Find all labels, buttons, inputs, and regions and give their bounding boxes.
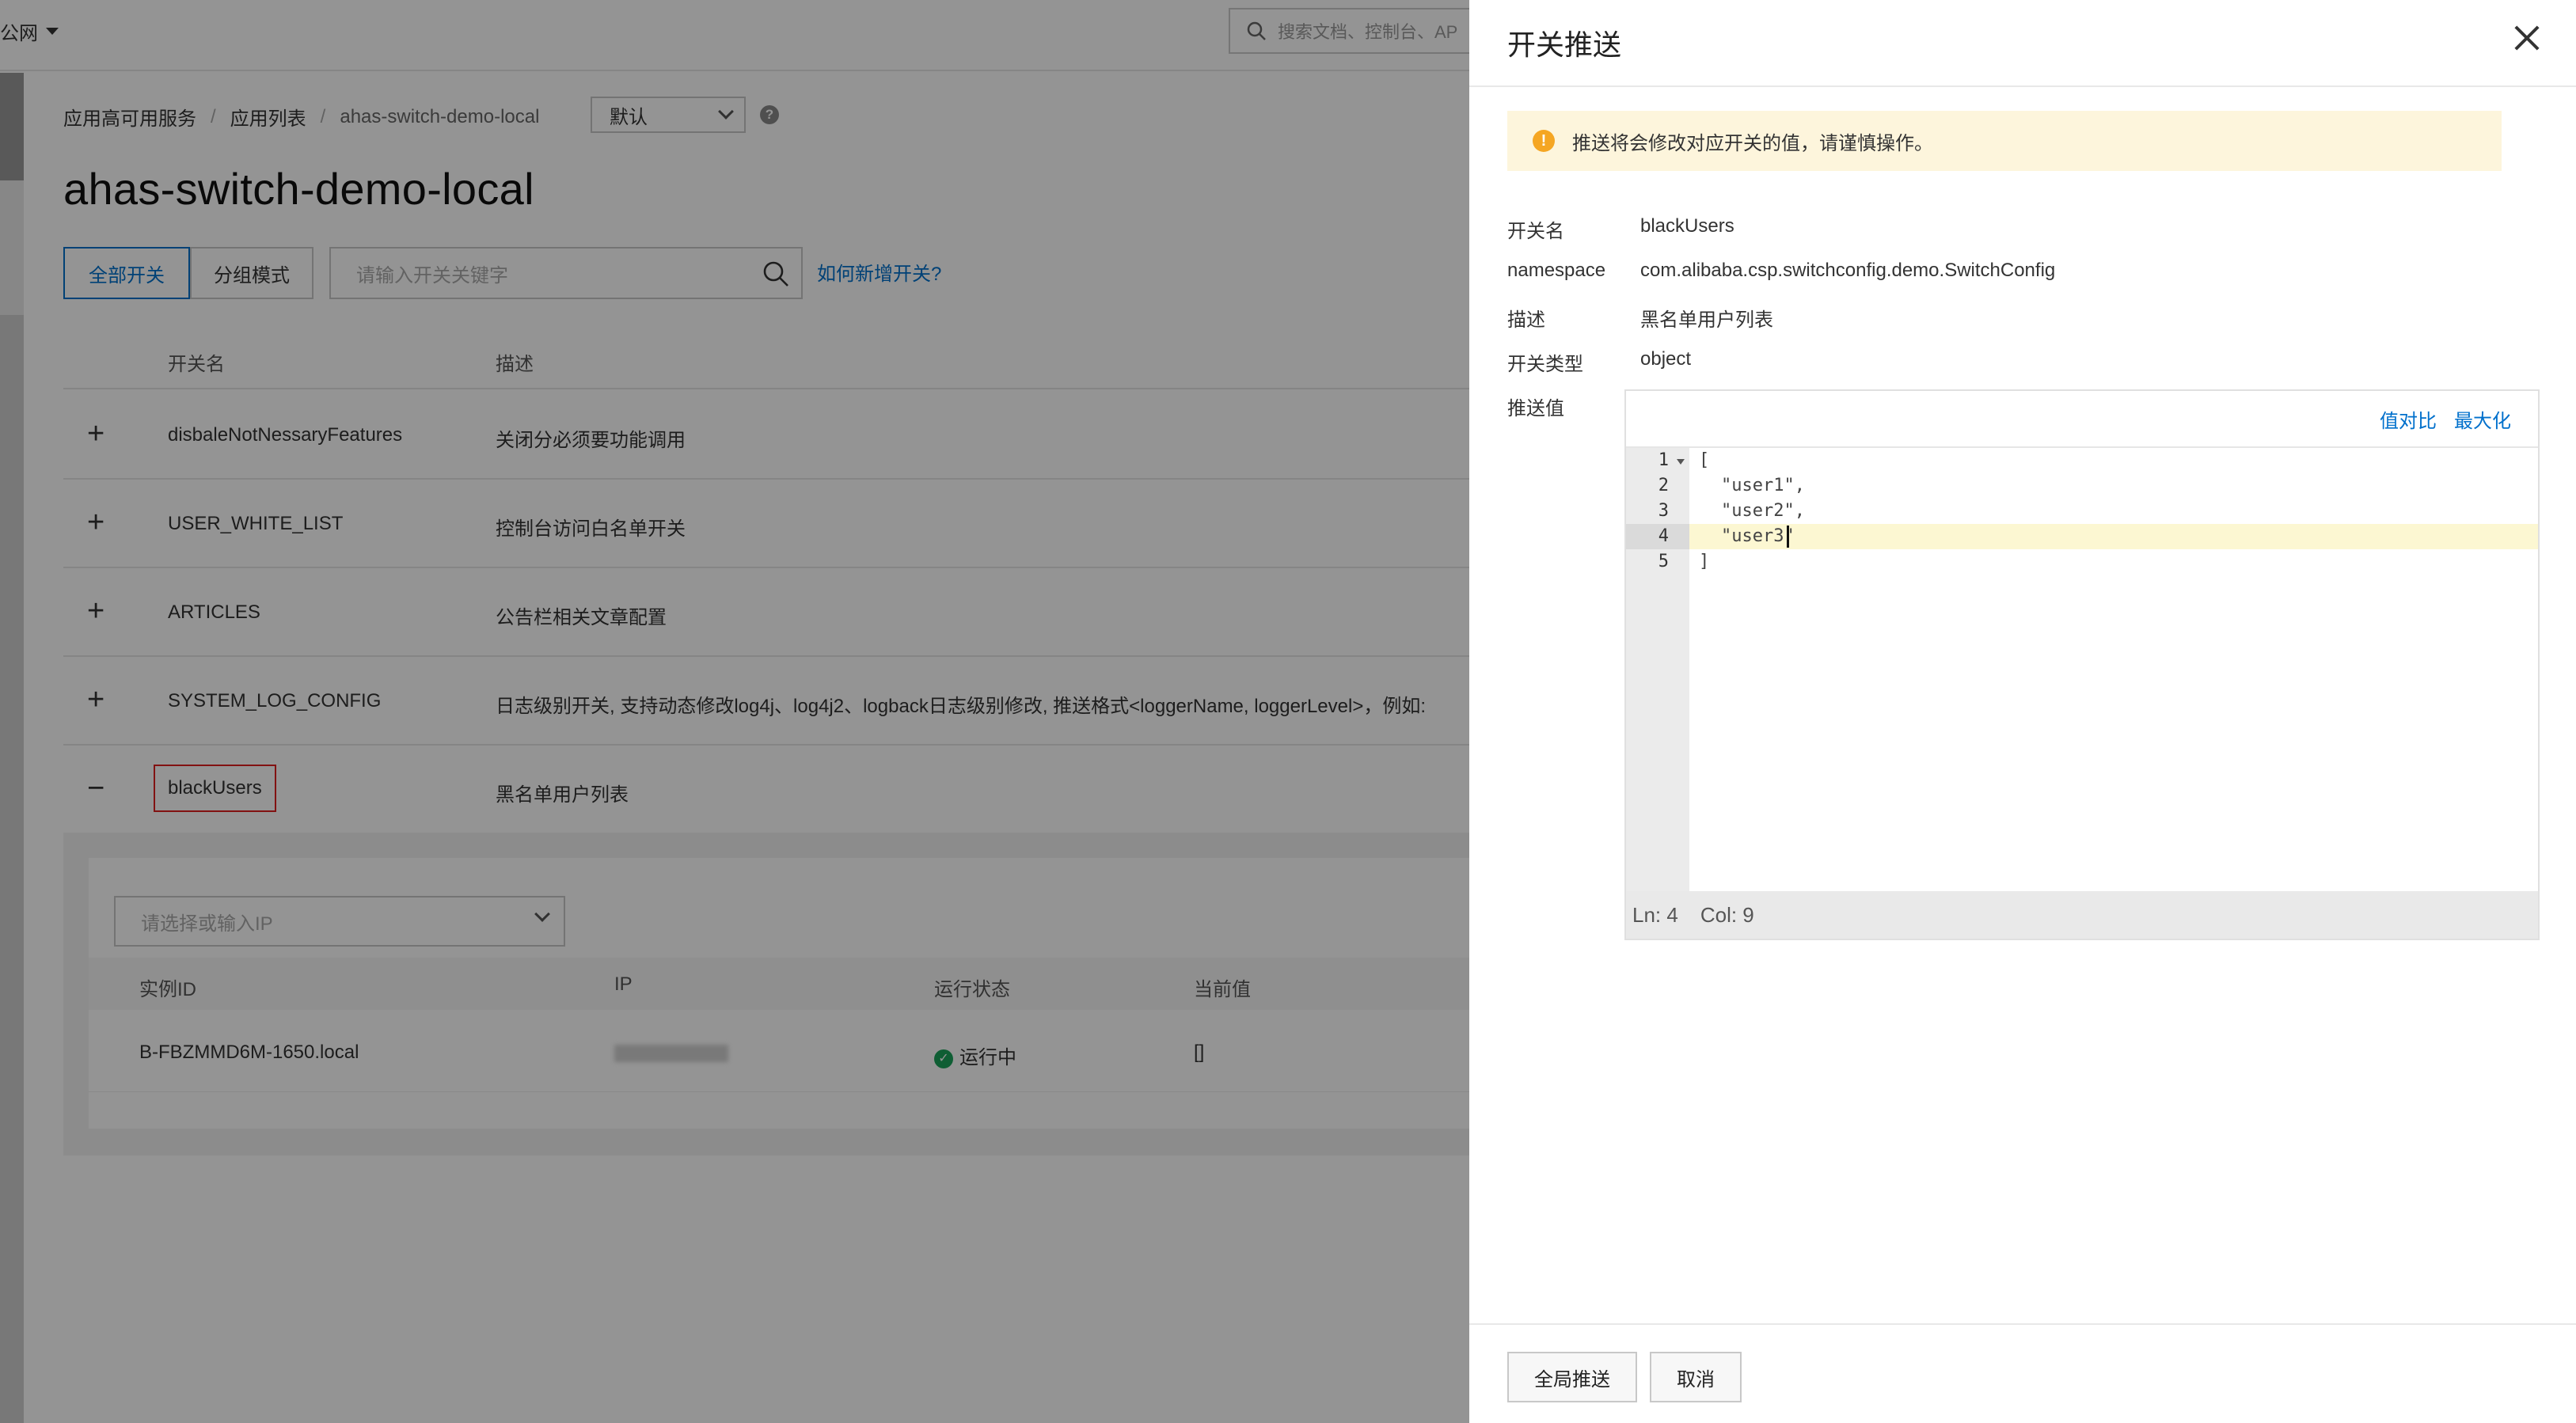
- code-line[interactable]: [: [1699, 448, 1709, 473]
- switch-push-drawer: 开关推送 ! 推送将会修改对应开关的值，请谨慎操作。 开关名 blackUser…: [1469, 0, 2576, 1423]
- line-number: 2: [1658, 476, 1669, 495]
- compare-link[interactable]: 值对比: [2380, 405, 2437, 433]
- field-label-desc: 描述: [1507, 309, 1545, 331]
- field-value-name: blackUsers: [1640, 215, 1734, 237]
- fold-arrow-icon[interactable]: [1677, 459, 1685, 465]
- field-label-namespace: namespace: [1507, 260, 1606, 281]
- code-line-active[interactable]: "user3": [1721, 524, 1795, 549]
- field-label-type: 开关类型: [1507, 354, 1583, 375]
- line-number: 5: [1658, 552, 1669, 571]
- drawer-footer: 全局推送 取消: [1469, 1323, 2576, 1423]
- warning-alert: ! 推送将会修改对应开关的值，请谨慎操作。: [1507, 111, 2502, 171]
- field-value-type: object: [1640, 348, 1692, 370]
- cursor-line: Ln: 4: [1632, 902, 1678, 927]
- code-editor[interactable]: 值对比 最大化 1 2 3 4 5 [ "user1", "user2", "u…: [1624, 389, 2540, 940]
- code-line[interactable]: "user2",: [1721, 499, 1805, 524]
- field-value-desc: 黑名单用户列表: [1640, 309, 1773, 331]
- cursor-column: Col: 9: [1700, 902, 1754, 927]
- field-value-namespace: com.alibaba.csp.switchconfig.demo.Switch…: [1640, 260, 2056, 281]
- field-label-push-value: 推送值: [1507, 398, 1564, 419]
- maximize-link[interactable]: 最大化: [2454, 405, 2511, 433]
- close-icon[interactable]: [2511, 22, 2543, 54]
- field-label-name: 开关名: [1507, 221, 1564, 242]
- text-cursor: [1787, 526, 1789, 548]
- code-line[interactable]: "user1",: [1721, 473, 1805, 499]
- editor-toolbar: 值对比 最大化: [1626, 391, 2538, 448]
- active-line-highlight: [1689, 524, 2538, 549]
- warning-icon: !: [1533, 130, 1555, 152]
- modal-overlay[interactable]: [0, 0, 1469, 1423]
- drawer-title: 开关推送: [1507, 28, 1622, 61]
- line-number: 4: [1658, 526, 1669, 546]
- push-all-button[interactable]: 全局推送: [1507, 1352, 1637, 1402]
- code-line[interactable]: ]: [1699, 549, 1709, 575]
- drawer-header: 开关推送: [1469, 0, 2576, 87]
- editor-status-bar: Ln: 4 Col: 9: [1626, 891, 2538, 939]
- warning-text: 推送将会修改对应开关的值，请谨慎操作。: [1572, 132, 1933, 154]
- line-number: 3: [1658, 501, 1669, 521]
- cancel-button[interactable]: 取消: [1650, 1352, 1742, 1402]
